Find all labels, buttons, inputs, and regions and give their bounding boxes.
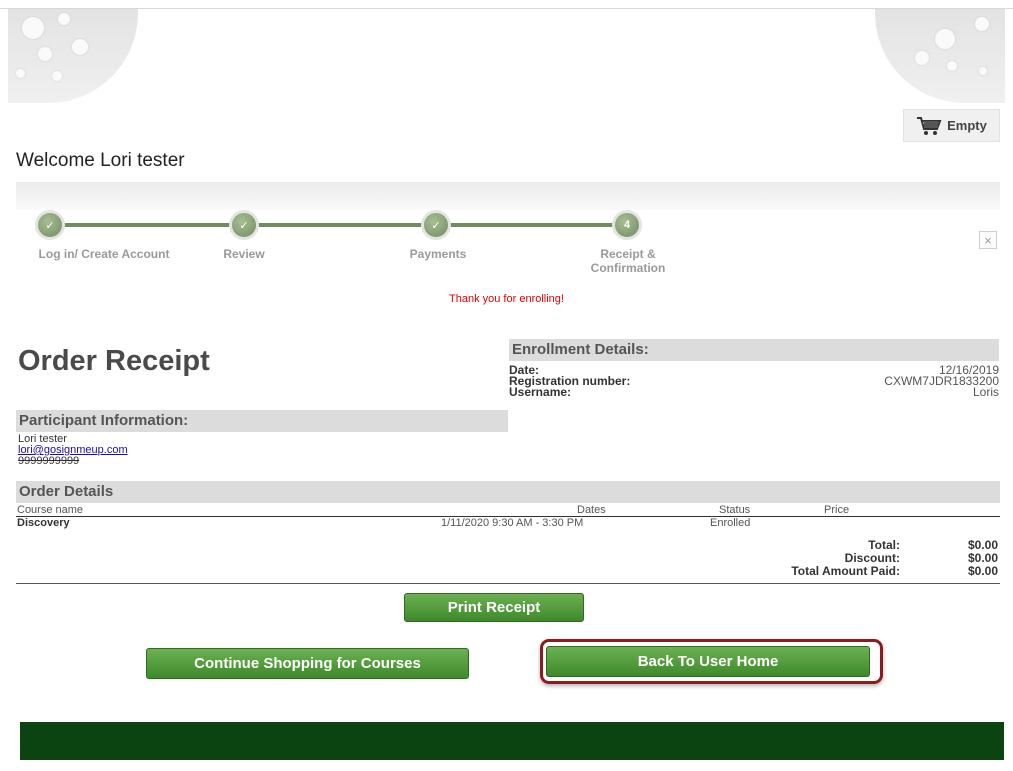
continue-shopping-button[interactable]: Continue Shopping for Courses [146,648,469,679]
total-paid-label: Total Amount Paid: [791,564,900,578]
cart-button[interactable]: Empty [903,109,1000,142]
step-label-review: Review [223,247,265,261]
participant-info: Lori tester lori@gosignmeup.com 99999999… [18,434,128,467]
col-course-name: Course name [17,504,84,516]
discount-value: $0.00 [967,551,998,565]
header-banner [8,9,1005,103]
page-title: Order Receipt [18,345,210,377]
dates-cell: 1/11/2020 9:30 AM - 3:30 PM [441,517,584,529]
step-label-login: Log in/ Create Account [38,247,170,261]
total-value: $0.00 [967,538,998,552]
col-dates: Dates [577,504,606,516]
step-1-check-icon: ✓ [35,210,65,240]
status-cell: Enrolled [710,517,751,529]
order-table: Course name Dates Status Price Discovery… [16,504,1000,529]
step-label-receipt: Receipt & Confirmation [590,247,666,275]
total-label: Total: [868,538,900,552]
print-receipt-button[interactable]: Print Receipt [404,593,584,622]
progress-line [50,223,630,227]
step-label-payments: Payments [409,247,467,261]
col-price: Price [824,504,850,516]
banner-right-decoration [875,9,1005,103]
course-name-cell: Discovery [17,517,70,529]
step-2-check-icon: ✓ [229,210,259,240]
total-paid-value: $0.00 [967,564,998,578]
username-label: Username: [509,385,572,399]
close-icon[interactable]: × [979,231,997,249]
cart-icon [916,116,942,136]
table-row: Discovery 1/11/2020 9:30 AM - 3:30 PM En… [16,517,1000,529]
order-details-heading: Order Details [16,481,1000,503]
cart-label: Empty [947,118,987,133]
enrollment-details: Date: 12/16/2019 Registration number: CX… [509,364,999,401]
col-status: Status [719,504,751,516]
banner-left-decoration [8,9,138,103]
step-4-number: 4 [612,210,642,240]
participant-phone: 9999999999 [18,455,80,467]
order-bottom-divider [16,583,1000,584]
participant-info-heading: Participant Information: [16,410,508,432]
table-header: Course name Dates Status Price [16,504,1000,517]
username-value: Loris [972,385,999,399]
footer-bar [20,722,1004,760]
welcome-message: Welcome Lori tester [16,150,185,171]
thank-you-message: Thank you for enrolling! [449,293,564,305]
back-to-user-home-button[interactable]: Back To User Home [546,646,870,677]
step-3-check-icon: ✓ [421,210,451,240]
discount-label: Discount: [844,551,900,565]
progress-steps: ✓ ✓ ✓ 4 Log in/ Create Account Review Pa… [0,206,1013,276]
enrollment-details-heading: Enrollment Details: [509,339,999,361]
